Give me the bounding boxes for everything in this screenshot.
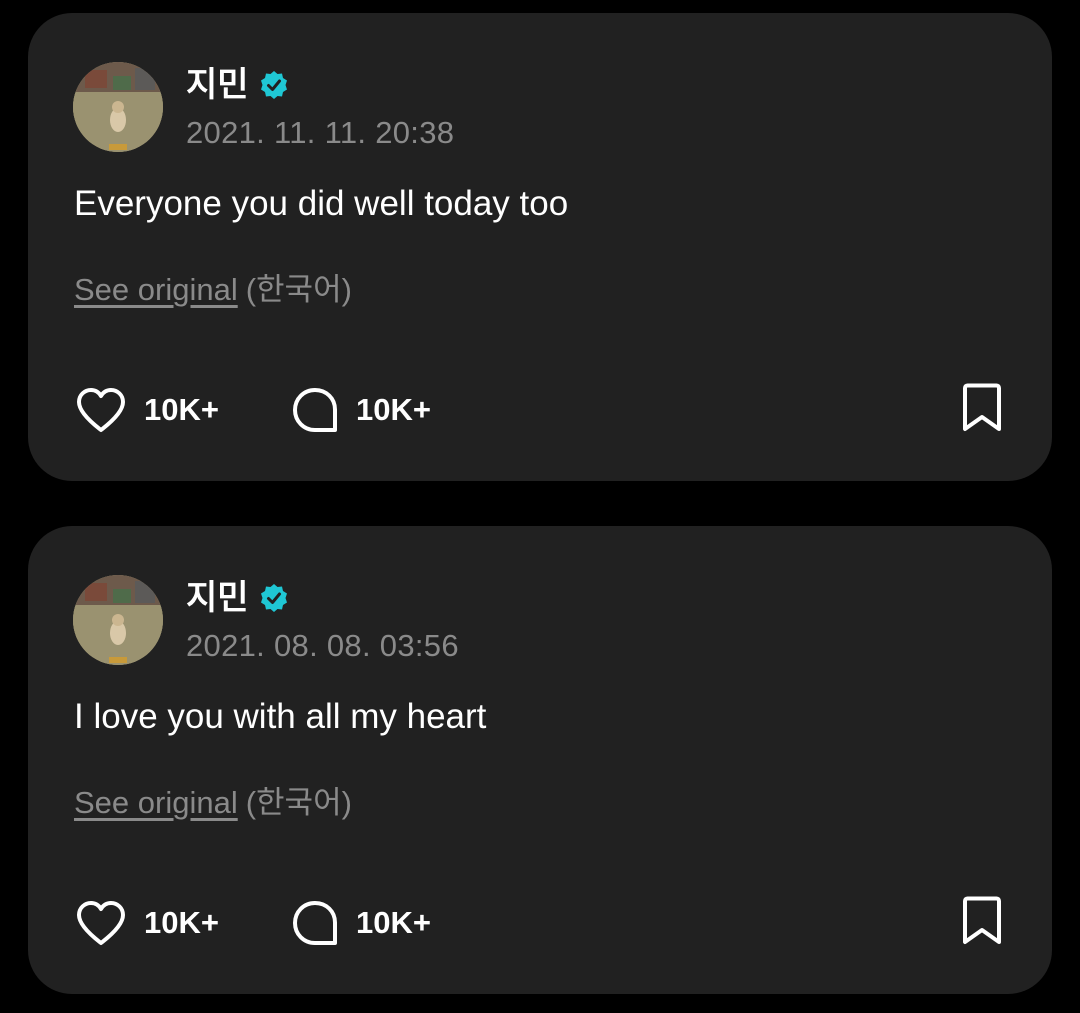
like-count: 10K+: [144, 905, 219, 940]
verified-badge-icon: [259, 583, 289, 613]
verified-badge-icon: [259, 70, 289, 100]
author-row: 지민: [186, 63, 289, 107]
see-original-link[interactable]: See original: [74, 272, 238, 307]
post-text: Everyone you did well today too: [74, 184, 569, 223]
original-language: (한국어): [245, 785, 352, 820]
speech-bubble-icon: [290, 385, 340, 435]
speech-bubble-icon: [290, 898, 340, 948]
bookmark-button[interactable]: [958, 383, 1006, 437]
like-button[interactable]: 10K+: [74, 383, 219, 437]
bookmark-icon: [960, 382, 1004, 439]
original-language: (한국어): [245, 272, 352, 307]
comment-button[interactable]: 10K+: [290, 383, 431, 437]
post-timestamp: 2021. 08. 08. 03:56: [186, 628, 459, 663]
avatar[interactable]: [73, 575, 163, 665]
comment-count: 10K+: [356, 905, 431, 940]
post-card[interactable]: 지민 2021. 08. 08. 03:56 I love you with a…: [28, 526, 1052, 994]
author-row: 지민: [186, 576, 289, 620]
post-text: I love you with all my heart: [74, 697, 487, 736]
bookmark-icon: [960, 895, 1004, 952]
like-count: 10K+: [144, 392, 219, 427]
like-button[interactable]: 10K+: [74, 896, 219, 950]
translation-info: See original (한국어): [74, 782, 352, 824]
post-actions: 10K+ 10K+: [74, 896, 1006, 950]
bookmark-button[interactable]: [958, 896, 1006, 950]
heart-icon: [74, 386, 128, 434]
post-timestamp: 2021. 11. 11. 20:38: [186, 115, 455, 150]
comment-button[interactable]: 10K+: [290, 896, 431, 950]
post-feed: 지민 2021. 11. 11. 20:38 Everyone you did …: [0, 0, 1080, 1013]
post-actions: 10K+ 10K+: [74, 383, 1006, 437]
see-original-link[interactable]: See original: [74, 785, 238, 820]
post-card[interactable]: 지민 2021. 11. 11. 20:38 Everyone you did …: [28, 13, 1052, 481]
heart-icon: [74, 899, 128, 947]
comment-count: 10K+: [356, 392, 431, 427]
avatar[interactable]: [73, 62, 163, 152]
author-name[interactable]: 지민: [186, 576, 249, 620]
translation-info: See original (한국어): [74, 269, 352, 311]
author-name[interactable]: 지민: [186, 63, 249, 107]
